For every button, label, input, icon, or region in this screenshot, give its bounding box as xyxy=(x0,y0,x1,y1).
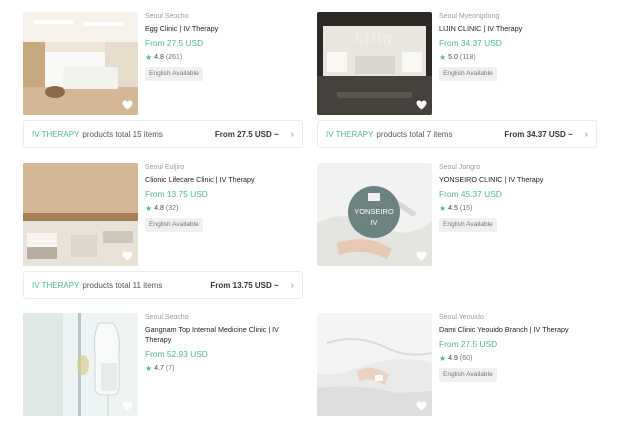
rating-value: 4.5 xyxy=(448,205,458,212)
listing-rating: ★ 4.8 (32) xyxy=(145,204,295,213)
rating-value: 4.7 xyxy=(154,365,164,372)
heart-icon[interactable] xyxy=(122,100,133,110)
listing-price: From 52.93 USD xyxy=(145,349,208,359)
rating-value: 4.8 xyxy=(154,54,164,61)
summary-price: From 13.75 USD ~ xyxy=(210,280,279,290)
english-badge: English Available xyxy=(145,218,203,232)
listing-location: Seoul Seocho xyxy=(145,314,189,321)
star-icon: ★ xyxy=(439,354,447,363)
summary-count: products total 11 items xyxy=(82,280,163,290)
english-badge: English Available xyxy=(439,67,497,81)
listing-price: From 45.37 USD xyxy=(439,189,502,199)
summary-price: From 34.37 USD ~ xyxy=(504,129,573,139)
rating-value: 4.9 xyxy=(448,355,458,362)
listing-location: Seoul Jongro xyxy=(439,164,481,171)
listing-rating: ★ 4.8 (261) xyxy=(145,53,295,62)
review-count: (32) xyxy=(165,205,179,212)
rating-value: 5.0 xyxy=(448,54,458,61)
review-count: (118) xyxy=(459,54,476,61)
listing-rating: ★ 4.7 (7) xyxy=(145,364,295,373)
clinic-photo[interactable] xyxy=(23,313,138,416)
chevron-right-icon[interactable]: › xyxy=(291,280,294,291)
clinic-photo[interactable] xyxy=(317,313,432,416)
summary-category: IV THERAPY xyxy=(326,129,374,139)
star-icon: ★ xyxy=(439,53,447,62)
listing-rating: ★ 5.0 (118) xyxy=(439,53,589,62)
listing-location: Seoul Myeongdong xyxy=(439,13,500,20)
listing-price: From 27.5 USD xyxy=(145,38,204,48)
summary-price: From 27.5 USD ~ xyxy=(214,129,279,139)
clinic-photo[interactable]: LIJIN xyxy=(317,12,432,115)
summary-count: products total 15 items xyxy=(82,129,163,139)
heart-icon[interactable] xyxy=(416,401,427,411)
summary-count: products total 7 items xyxy=(376,129,453,139)
review-count: (60) xyxy=(459,355,473,362)
english-badge: English Available xyxy=(439,218,497,232)
star-icon: ★ xyxy=(439,204,447,213)
listing-rating: ★ 4.5 (15) xyxy=(439,204,589,213)
listing-name[interactable]: YONSEIRO CLINIC | IV Therapy xyxy=(439,175,589,185)
logo-text: YONSEIRO xyxy=(354,207,394,216)
english-badge: English Available xyxy=(439,368,497,382)
english-badge: English Available xyxy=(145,67,203,81)
rating-value: 4.8 xyxy=(154,205,164,212)
clinic-photo[interactable]: YONSEIRO IV xyxy=(317,163,432,266)
category-summary-bar[interactable]: IV THERAPY products total 7 items From 3… xyxy=(317,120,597,148)
star-icon: ★ xyxy=(145,204,153,213)
heart-icon[interactable] xyxy=(122,251,133,261)
listing-card[interactable]: YONSEIRO IV Seoul Jongro YONSEIRO CLINIC… xyxy=(317,163,597,267)
listing-location: Seoul Yeouido xyxy=(439,314,484,321)
clinic-sign: LIJIN xyxy=(355,31,394,46)
listing-location: Seoul Euljiro xyxy=(145,164,185,171)
listing-name[interactable]: Egg Clinic | IV Therapy xyxy=(145,24,295,34)
listing-card[interactable]: Seoul Euljiro Clionic Lifecare Clinic | … xyxy=(23,163,303,267)
listing-name[interactable]: Dami Clinic Yeouido Branch | IV Therapy xyxy=(439,325,589,335)
clinic-photo[interactable] xyxy=(23,12,138,115)
listing-price: From 27.5 USD xyxy=(439,339,498,349)
review-count: (7) xyxy=(165,365,175,372)
heart-icon[interactable] xyxy=(416,100,427,110)
listing-card[interactable]: LIJIN Seoul Myeongdong LIJIN CLINIC | IV… xyxy=(317,12,597,116)
star-icon: ★ xyxy=(145,53,153,62)
review-count: (15) xyxy=(459,205,473,212)
heart-icon[interactable] xyxy=(122,401,133,411)
listing-card[interactable]: Seoul Seocho Egg Clinic | IV Therapy Fro… xyxy=(23,12,303,116)
summary-category: IV THERAPY xyxy=(32,129,80,139)
chevron-right-icon[interactable]: › xyxy=(585,129,588,140)
clinic-photo[interactable] xyxy=(23,163,138,266)
listing-card[interactable]: Seoul Yeouido Dami Clinic Yeouido Branch… xyxy=(317,313,597,417)
listing-name[interactable]: Gangnam Top Internal Medicine Clinic | I… xyxy=(145,325,295,345)
review-count: (261) xyxy=(165,54,183,61)
star-icon: ★ xyxy=(145,364,153,373)
listing-price: From 34.37 USD xyxy=(439,38,502,48)
category-summary-bar[interactable]: IV THERAPY products total 15 items From … xyxy=(23,120,303,148)
listing-name[interactable]: Clionic Lifecare Clinic | IV Therapy xyxy=(145,175,295,185)
listing-rating: ★ 4.9 (60) xyxy=(439,354,589,363)
listing-location: Seoul Seocho xyxy=(145,13,189,20)
chevron-right-icon[interactable]: › xyxy=(291,129,294,140)
listing-price: From 13.75 USD xyxy=(145,189,208,199)
summary-category: IV THERAPY xyxy=(32,280,80,290)
listing-name[interactable]: LIJIN CLINIC | IV Therapy xyxy=(439,24,589,34)
listing-card[interactable]: Seoul Seocho Gangnam Top Internal Medici… xyxy=(23,313,303,417)
heart-icon[interactable] xyxy=(416,251,427,261)
category-summary-bar[interactable]: IV THERAPY products total 11 items From … xyxy=(23,271,303,299)
logo-text: IV xyxy=(370,218,377,227)
